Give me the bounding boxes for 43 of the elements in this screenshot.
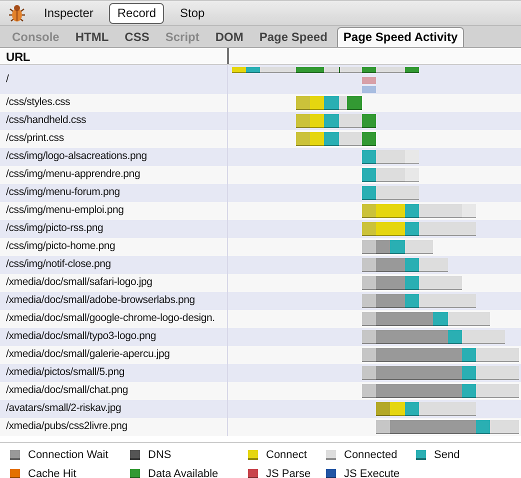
timing-bar-drawing bbox=[362, 186, 419, 200]
url-cell-text: /css/img/picto-home.png bbox=[5, 239, 116, 254]
url-cell-text: /css/img/logo-alsacreations.png bbox=[5, 149, 148, 164]
panel-tab[interactable]: CSS bbox=[118, 27, 156, 47]
toolbar-button[interactable]: Inspecter bbox=[36, 2, 102, 24]
url-cell-text: /xmedia/doc/small/google-chrome-logo-design. bbox=[5, 311, 216, 326]
url-cell-text: /css/print.css bbox=[5, 131, 65, 146]
panel-tab[interactable]: HTML bbox=[69, 27, 115, 47]
legend-label: JS Parse bbox=[266, 466, 311, 478]
url-cell-text: /xmedia/doc/small/adobe-browserlabs.png bbox=[5, 293, 196, 308]
url-cell-text: /avatars/small/2-riskav.jpg bbox=[5, 401, 122, 416]
legend-label: Cache Hit bbox=[28, 466, 76, 478]
url-cell-text: /css/img/menu-forum.png bbox=[5, 185, 121, 200]
bug-icon[interactable] bbox=[6, 3, 28, 23]
url-cell-text: /xmedia/pubs/css2livre.png bbox=[5, 419, 128, 434]
url-cell-text: /css/img/menu-emploi.png bbox=[5, 203, 125, 218]
legend-label: DNS bbox=[148, 448, 172, 463]
panel-tab[interactable]: Page Speed Activity bbox=[337, 27, 464, 47]
url-cell-text: /xmedia/doc/small/chat.png bbox=[5, 383, 130, 398]
url-cell-text: / bbox=[5, 72, 10, 87]
timing-bar-drawing bbox=[296, 96, 362, 110]
timing-bar-drawing bbox=[362, 240, 433, 254]
legend-label: Send bbox=[434, 448, 460, 463]
legend-label: Data Available bbox=[148, 466, 218, 478]
legend-label: Connected bbox=[344, 448, 398, 463]
url-cell-text: /css/styles.css bbox=[5, 95, 72, 110]
panel-tab[interactable]: DOM bbox=[209, 27, 250, 47]
url-cell-text: /xmedia/doc/small/galerie-apercu.jpg bbox=[5, 347, 171, 362]
url-cell-text: /css/img/picto-rss.png bbox=[5, 221, 104, 236]
legend-label: Connect bbox=[266, 448, 307, 463]
legend-label: Connection Wait bbox=[28, 448, 108, 463]
timing-bar-drawing bbox=[362, 168, 419, 182]
url-cell-text: /xmedia/pictos/small/5.png bbox=[5, 365, 126, 380]
url-cell-text: /css/img/menu-apprendre.png bbox=[5, 167, 142, 182]
panel-tab[interactable]: Page Speed bbox=[253, 27, 334, 47]
legend-label: JS Execute bbox=[344, 466, 400, 478]
toolbar-button[interactable]: Stop bbox=[172, 2, 213, 24]
url-cell-text: /css/img/notif-close.png bbox=[5, 257, 112, 272]
toolbar-button[interactable]: Record bbox=[109, 2, 164, 24]
url-cell-text: /xmedia/doc/small/safari-logo.jpg bbox=[5, 275, 154, 290]
url-cell-text: /xmedia/doc/small/typo3-logo.png bbox=[5, 329, 158, 344]
url-cell-text: /css/handheld.css bbox=[5, 113, 88, 128]
column-header: URL bbox=[5, 49, 32, 64]
